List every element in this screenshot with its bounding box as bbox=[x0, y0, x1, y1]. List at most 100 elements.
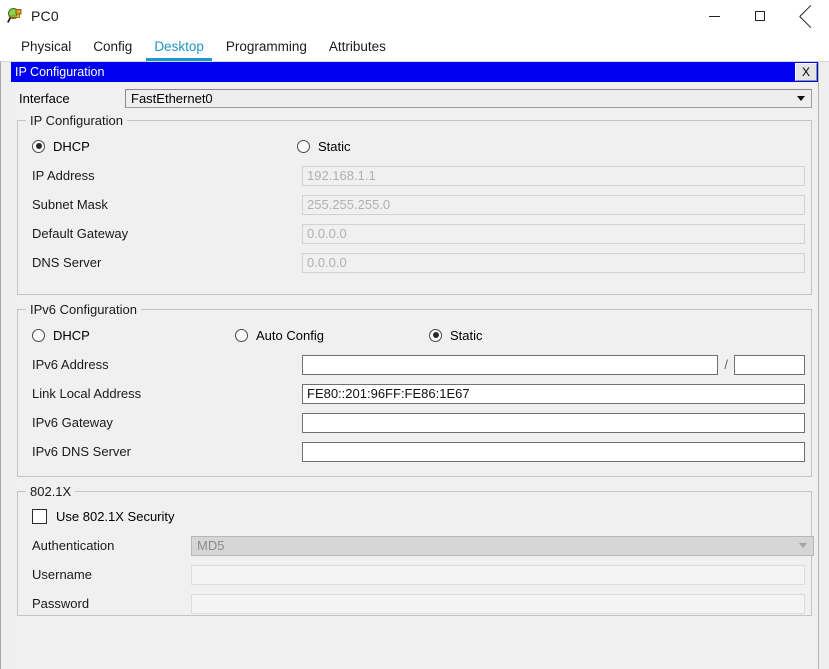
dot1x-group-legend: 802.1X bbox=[26, 484, 76, 499]
subnet-mask-value: 255.255.255.0 bbox=[307, 197, 391, 212]
ip-address-input[interactable]: 192.168.1.1 bbox=[302, 165, 805, 186]
ipv6-mode-row: DHCP Auto Config Static bbox=[24, 320, 805, 350]
tab-desktop[interactable]: Desktop bbox=[143, 32, 215, 61]
ipv6-static-option[interactable]: Static bbox=[429, 328, 483, 343]
tab-physical-label: Physical bbox=[21, 39, 72, 54]
window-titlebar: PC0 bbox=[0, 0, 829, 32]
tab-config[interactable]: Config bbox=[82, 32, 143, 61]
link-local-address-value: FE80::201:96FF:FE86:1E67 bbox=[307, 386, 470, 401]
link-local-address-input[interactable]: FE80::201:96FF:FE86:1E67 bbox=[302, 383, 805, 404]
interface-select[interactable]: FastEthernet0 bbox=[125, 88, 812, 108]
chevron-down-icon bbox=[799, 543, 807, 548]
link-local-address-label: Link Local Address bbox=[32, 386, 142, 401]
ipv4-mode-row: DHCP Static bbox=[24, 131, 805, 161]
ipv4-dhcp-label: DHCP bbox=[53, 138, 90, 154]
default-gateway-row: Default Gateway 0.0.0.0 bbox=[24, 219, 805, 248]
ipv6-gateway-input[interactable] bbox=[302, 412, 805, 433]
ip-address-label: IP Address bbox=[32, 168, 95, 183]
ipv6-dns-server-label: IPv6 DNS Server bbox=[32, 444, 131, 459]
ipv6-dns-server-input[interactable] bbox=[302, 441, 805, 462]
ip-config-title: IP Configuration bbox=[15, 64, 105, 79]
maximize-button[interactable] bbox=[737, 0, 783, 32]
ipv4-static-option[interactable]: Static bbox=[297, 139, 351, 154]
dns-server-value: 0.0.0.0 bbox=[307, 255, 347, 270]
window-controls bbox=[691, 0, 829, 32]
subnet-mask-row: Subnet Mask 255.255.255.0 bbox=[24, 190, 805, 219]
subnet-mask-input[interactable]: 255.255.255.0 bbox=[302, 194, 805, 215]
tab-desktop-label: Desktop bbox=[154, 39, 204, 54]
ipv6-dhcp-label: DHCP bbox=[53, 327, 90, 343]
minimize-icon bbox=[708, 15, 720, 17]
device-tabbar: Physical Config Desktop Programming Attr… bbox=[0, 32, 829, 61]
default-gateway-label: Default Gateway bbox=[32, 226, 129, 241]
ipv4-dhcp-option[interactable]: DHCP bbox=[32, 139, 297, 154]
username-input[interactable] bbox=[191, 564, 805, 585]
use-dot1x-security-label: Use 802.1X Security bbox=[56, 508, 175, 524]
ipv6-address-input[interactable] bbox=[302, 354, 719, 375]
default-gateway-input[interactable]: 0.0.0.0 bbox=[302, 223, 805, 244]
ipv6-address-row: IPv6 Address / bbox=[24, 350, 805, 379]
authentication-row: Authentication MD5 bbox=[24, 531, 814, 560]
close-button[interactable] bbox=[783, 0, 829, 32]
ipv4-static-label: Static bbox=[318, 138, 351, 154]
interface-value: FastEthernet0 bbox=[131, 90, 213, 106]
tab-physical[interactable]: Physical bbox=[10, 32, 82, 61]
pc0-window: PC0 Physical Config Desktop Programming bbox=[0, 0, 829, 669]
chevron-down-icon bbox=[797, 95, 805, 101]
tab-programming[interactable]: Programming bbox=[215, 32, 318, 61]
default-gateway-value: 0.0.0.0 bbox=[307, 226, 347, 241]
password-label: Password bbox=[32, 596, 90, 611]
ipv6-gateway-row: IPv6 Gateway bbox=[24, 408, 805, 437]
ipv6-autoconfig-option[interactable]: Auto Config bbox=[235, 328, 429, 343]
password-row: Password bbox=[24, 589, 805, 618]
dns-server-row: DNS Server 0.0.0.0 bbox=[24, 248, 805, 277]
use-dot1x-security-checkbox[interactable] bbox=[32, 508, 47, 524]
ip-config-content: Interface FastEthernet0 IP Configuration… bbox=[11, 82, 818, 669]
tab-attributes[interactable]: Attributes bbox=[318, 32, 397, 61]
tab-programming-label: Programming bbox=[225, 39, 307, 54]
ipv6-autoconfig-radio[interactable] bbox=[235, 328, 248, 342]
ipv4-configuration-group: IP Configuration DHCP Static IP Address bbox=[17, 113, 812, 295]
dns-server-label: DNS Server bbox=[32, 255, 102, 270]
ipv6-gateway-label: IPv6 Gateway bbox=[32, 415, 113, 430]
ip-config-titlebar: IP Configuration X bbox=[11, 62, 818, 82]
username-label: Username bbox=[32, 567, 92, 582]
window-title: PC0 bbox=[31, 8, 59, 24]
packet-tracer-pc-icon bbox=[7, 7, 25, 25]
minimize-button[interactable] bbox=[691, 0, 737, 32]
ipv6-configuration-group: IPv6 Configuration DHCP Auto Config Stat… bbox=[17, 302, 812, 477]
authentication-label: Authentication bbox=[32, 538, 115, 553]
ip-config-close-button[interactable]: X bbox=[795, 63, 817, 81]
ipv6-group-legend: IPv6 Configuration bbox=[26, 302, 141, 317]
ipv6-dhcp-radio[interactable] bbox=[32, 328, 45, 342]
dot1x-group: 802.1X Use 802.1X Security Authenticatio… bbox=[17, 484, 814, 618]
password-input[interactable] bbox=[191, 593, 805, 614]
ipv4-group-legend: IP Configuration bbox=[26, 113, 127, 128]
authentication-value: MD5 bbox=[197, 538, 225, 553]
ip-address-value: 192.168.1.1 bbox=[307, 168, 376, 183]
ipv6-prefix-input[interactable] bbox=[734, 354, 805, 375]
username-row: Username bbox=[24, 560, 805, 589]
interface-row: Interface FastEthernet0 bbox=[17, 86, 812, 110]
ipv6-prefix-separator: / bbox=[724, 357, 728, 372]
ipv6-dns-server-row: IPv6 DNS Server bbox=[24, 437, 805, 466]
ipv6-static-radio[interactable] bbox=[429, 328, 442, 342]
tab-config-label: Config bbox=[93, 39, 133, 54]
subnet-mask-label: Subnet Mask bbox=[32, 197, 108, 212]
ipv6-autoconfig-label: Auto Config bbox=[256, 327, 324, 343]
dns-server-input[interactable]: 0.0.0.0 bbox=[302, 252, 805, 273]
close-icon bbox=[800, 10, 813, 23]
desktop-panel: IP Configuration X Interface FastEtherne… bbox=[0, 61, 829, 669]
ip-configuration-window: IP Configuration X Interface FastEtherne… bbox=[11, 62, 819, 669]
link-local-address-row: Link Local Address FE80::201:96FF:FE86:1… bbox=[24, 379, 805, 408]
ipv4-dhcp-radio[interactable] bbox=[32, 139, 45, 153]
ipv6-dhcp-option[interactable]: DHCP bbox=[32, 328, 235, 343]
maximize-icon bbox=[755, 11, 765, 21]
authentication-select[interactable]: MD5 bbox=[191, 535, 814, 556]
ip-config-close-label: X bbox=[801, 65, 810, 79]
use-dot1x-security-row[interactable]: Use 802.1X Security bbox=[24, 501, 805, 531]
ipv4-static-radio[interactable] bbox=[297, 139, 310, 153]
ipv6-static-label: Static bbox=[450, 327, 483, 343]
tab-attributes-label: Attributes bbox=[328, 39, 386, 54]
ip-address-row: IP Address 192.168.1.1 bbox=[24, 161, 805, 190]
